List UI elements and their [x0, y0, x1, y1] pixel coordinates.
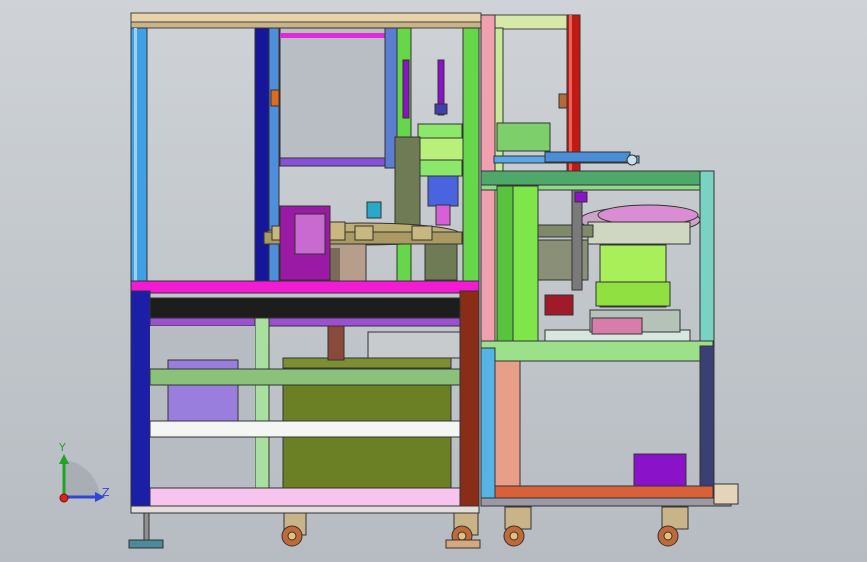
red-post-highlight — [569, 15, 572, 175]
leveling-foot-stem — [143, 512, 150, 542]
bowl-body — [587, 221, 691, 245]
right-base-rail — [480, 485, 714, 499]
slider-end — [626, 154, 638, 166]
small-panel-right — [367, 331, 461, 359]
table-right-block — [424, 243, 458, 281]
right-shelf-lower — [494, 360, 521, 487]
machine-assembly-drawing[interactable] — [0, 0, 867, 562]
caster-2 — [445, 512, 481, 549]
left-post-stripe — [134, 28, 137, 286]
upper-green-bracket — [496, 122, 551, 152]
head-unit-lower — [427, 175, 459, 207]
lower-cross-rail — [149, 317, 461, 327]
cad-viewport[interactable]: Y Z — [0, 0, 867, 562]
navy-post — [254, 27, 270, 291]
bowl-base-ring — [595, 281, 671, 307]
black-band — [149, 297, 461, 319]
magenta-top-rail — [280, 33, 385, 38]
upper-opening — [279, 27, 386, 159]
cylinder-left — [402, 59, 410, 119]
lower-left-post-navy — [130, 290, 151, 510]
feeder-right-post — [699, 170, 715, 347]
lower-right-post-brown — [459, 290, 480, 510]
feeder-post-post — [571, 189, 583, 291]
rotary-fixture-d — [411, 225, 433, 241]
small-purple-block — [574, 191, 588, 203]
green-rail-1 — [149, 368, 461, 386]
head-unit-nozzle — [435, 204, 451, 226]
right-shelf-rail — [480, 340, 714, 362]
small-brown-tag — [558, 93, 568, 109]
feeder-green-column-b — [496, 185, 514, 342]
right-lower-post-navy — [699, 345, 715, 497]
cyan-clamp — [366, 201, 382, 219]
left-post-outer — [130, 27, 148, 287]
cylinder-right-cap — [434, 103, 448, 115]
navy-post-inner — [268, 27, 280, 291]
right-base-rail-low — [480, 497, 732, 507]
white-rail — [149, 420, 461, 438]
corner-block — [713, 483, 739, 505]
feeder-green-column — [512, 185, 539, 342]
side-plate — [394, 136, 421, 232]
y-axis-label: Y — [59, 441, 66, 454]
bowl-track — [537, 224, 594, 238]
magenta-band — [130, 280, 480, 294]
small-red-block — [544, 294, 574, 316]
top-beam — [130, 12, 482, 23]
slider-cylinder-body — [544, 151, 631, 163]
rotary-spindle-dark — [330, 248, 340, 286]
base-rail-bottom — [130, 505, 480, 514]
z-axis-label: Z — [102, 486, 110, 499]
lower-mid-post — [327, 325, 345, 361]
top-beam-lower — [130, 21, 482, 29]
rotary-fixture-c — [354, 225, 374, 241]
caster-1 — [281, 512, 307, 547]
bowl-stand-handle — [591, 317, 643, 335]
coordinate-triad[interactable]: Y Z — [50, 440, 120, 515]
feeder-top-rail — [480, 170, 714, 186]
right-inner-post-low — [480, 347, 496, 499]
cross-rail-mid — [279, 157, 391, 167]
olive-cabinet-top — [282, 357, 452, 369]
red-post — [566, 14, 581, 176]
orange-bracket — [270, 89, 280, 107]
lower-inner-post — [254, 317, 270, 514]
green-post-b — [462, 27, 480, 291]
pink-base-rail — [149, 487, 461, 507]
purple-module-light — [294, 213, 326, 255]
leveling-foot-pad — [128, 539, 164, 549]
caster-4 — [657, 506, 689, 547]
caster-3 — [503, 506, 532, 547]
purple-box — [633, 453, 687, 487]
